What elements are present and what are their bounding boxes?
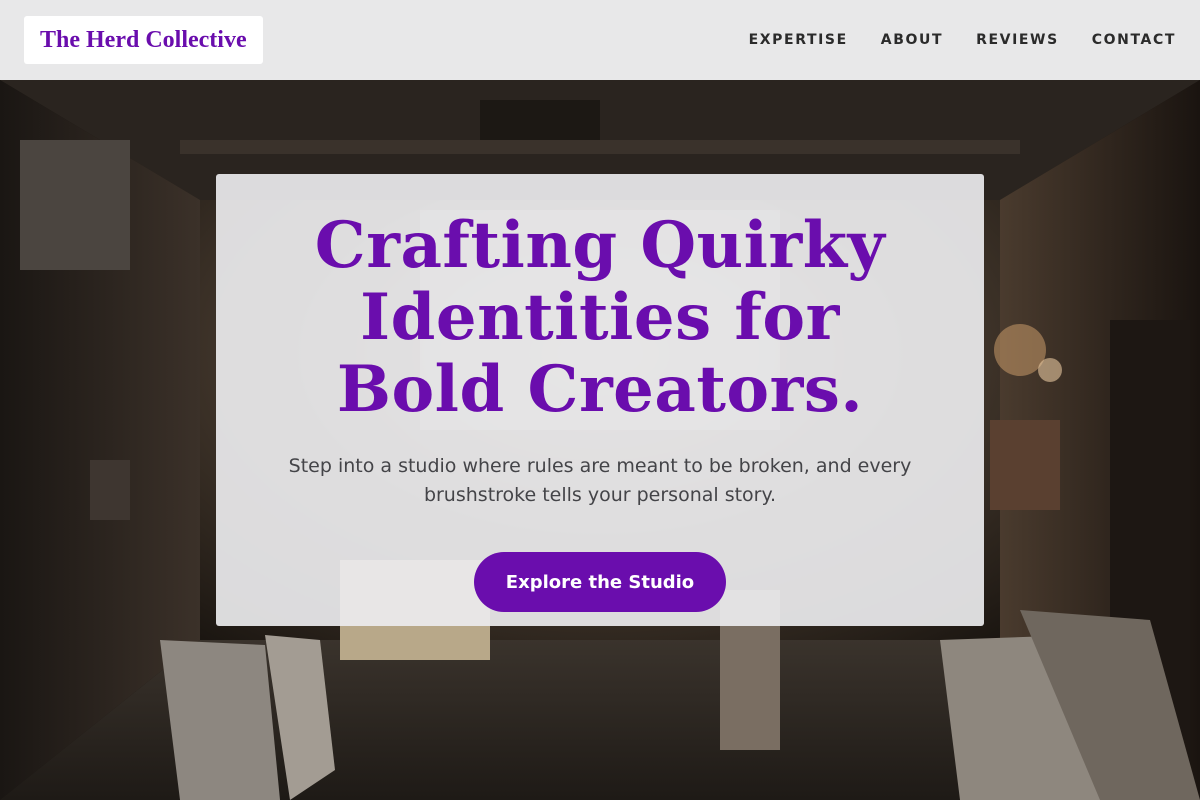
hero-card: Crafting Quirky Identities for Bold Crea…	[216, 174, 984, 626]
hero-subtitle: Step into a studio where rules are meant…	[288, 455, 912, 506]
main-nav: EXPERTISE ABOUT REVIEWS CONTACT	[749, 32, 1176, 48]
nav-link-contact[interactable]: CONTACT	[1092, 32, 1176, 48]
logo-text: The Herd Collective	[40, 26, 247, 53]
logo[interactable]: The Herd Collective	[24, 16, 263, 64]
explore-studio-button[interactable]: Explore the Studio	[474, 552, 726, 612]
hero-title: Crafting Quirky Identities for Bold Crea…	[314, 208, 886, 427]
hero-section: Crafting Quirky Identities for Bold Crea…	[0, 80, 1200, 800]
site-header: The Herd Collective EXPERTISE ABOUT REVI…	[0, 0, 1200, 80]
nav-link-about[interactable]: ABOUT	[881, 32, 943, 48]
nav-link-expertise[interactable]: EXPERTISE	[749, 32, 848, 48]
nav-link-reviews[interactable]: REVIEWS	[976, 32, 1059, 48]
